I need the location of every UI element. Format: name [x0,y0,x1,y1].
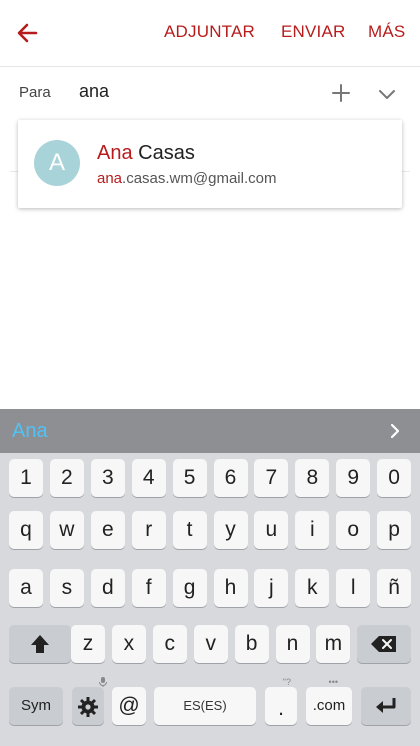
key-r[interactable]: r [131,511,166,549]
more-button[interactable]: MÁS [368,22,405,42]
key-num-8[interactable]: 8 [295,459,330,497]
name-match: Ana [97,142,133,164]
space-key[interactable]: ES(ES) [154,687,256,725]
key-t[interactable]: t [172,511,207,549]
prediction-bar: Ana [0,409,420,453]
at-key[interactable]: @ [112,687,146,725]
key-k[interactable]: k [295,569,330,607]
key-f[interactable]: f [131,569,166,607]
key-c[interactable]: c [152,625,187,663]
sym-key[interactable]: Sym [9,687,63,725]
key-i[interactable]: i [295,511,330,549]
dotcom-label: .com [312,697,346,714]
key-z[interactable]: z [71,625,105,663]
avatar: A [34,140,80,186]
backspace-key[interactable] [357,625,411,663]
key-ñ[interactable]: ñ [377,569,412,607]
period-label: . [278,697,284,720]
app-bar: ADJUNTAR ENVIAR MÁS [0,0,420,66]
to-label: Para [19,84,51,101]
keyboard: Ana 1234567890 qwertyuiop asdfghjklñ zxcvbn… [0,409,420,746]
key-e[interactable]: e [90,511,125,549]
settings-key[interactable] [72,677,107,725]
key-num-2[interactable]: 2 [49,459,84,497]
chevron-down-icon[interactable] [376,83,398,105]
send-button[interactable]: ENVIAR [281,22,346,42]
key-b[interactable]: b [234,625,269,663]
add-recipient-icon[interactable] [330,82,352,104]
arrow-left-icon[interactable] [14,19,42,47]
suggestion-name: Ana Casas [97,142,195,165]
enter-key[interactable] [361,687,411,725]
key-g[interactable]: g [172,569,207,607]
recipient-row: Para ana [0,66,420,120]
chevron-right-icon[interactable] [386,421,404,441]
shift-key[interactable] [9,625,71,663]
key-num-7[interactable]: 7 [254,459,289,497]
key-num-9[interactable]: 9 [336,459,371,497]
email-match: ana [97,170,123,187]
period-key[interactable]: "? . [265,677,297,725]
key-num-6[interactable]: 6 [213,459,248,497]
key-a[interactable]: a [9,569,43,607]
period-hint: "? [282,677,291,687]
suggestion-email: ana.casas.wm@gmail.com [97,170,276,187]
key-m[interactable]: m [316,625,351,663]
key-w[interactable]: w [49,511,84,549]
dotcom-key[interactable]: ••• .com [306,677,352,725]
key-p[interactable]: p [377,511,412,549]
key-o[interactable]: o [336,511,371,549]
prediction-word[interactable]: Ana [12,420,48,443]
key-num-0[interactable]: 0 [377,459,412,497]
key-x[interactable]: x [111,625,146,663]
key-j[interactable]: j [254,569,289,607]
key-l[interactable]: l [336,569,371,607]
key-h[interactable]: h [213,569,248,607]
email-rest: .casas.wm@gmail.com [122,170,277,187]
key-q[interactable]: q [9,511,43,549]
dotcom-hint: ••• [328,677,338,687]
key-num-5[interactable]: 5 [172,459,207,497]
key-num-3[interactable]: 3 [90,459,125,497]
key-u[interactable]: u [254,511,289,549]
contact-suggestion[interactable]: A Ana Casas ana.casas.wm@gmail.com [18,120,402,208]
key-d[interactable]: d [90,569,125,607]
key-n[interactable]: n [275,625,310,663]
key-s[interactable]: s [49,569,84,607]
recipient-input[interactable]: ana [79,81,109,102]
key-v[interactable]: v [193,625,228,663]
name-rest: Casas [132,142,195,164]
key-num-4[interactable]: 4 [131,459,166,497]
key-num-1[interactable]: 1 [9,459,43,497]
attach-button[interactable]: ADJUNTAR [164,22,255,42]
key-y[interactable]: y [213,511,248,549]
